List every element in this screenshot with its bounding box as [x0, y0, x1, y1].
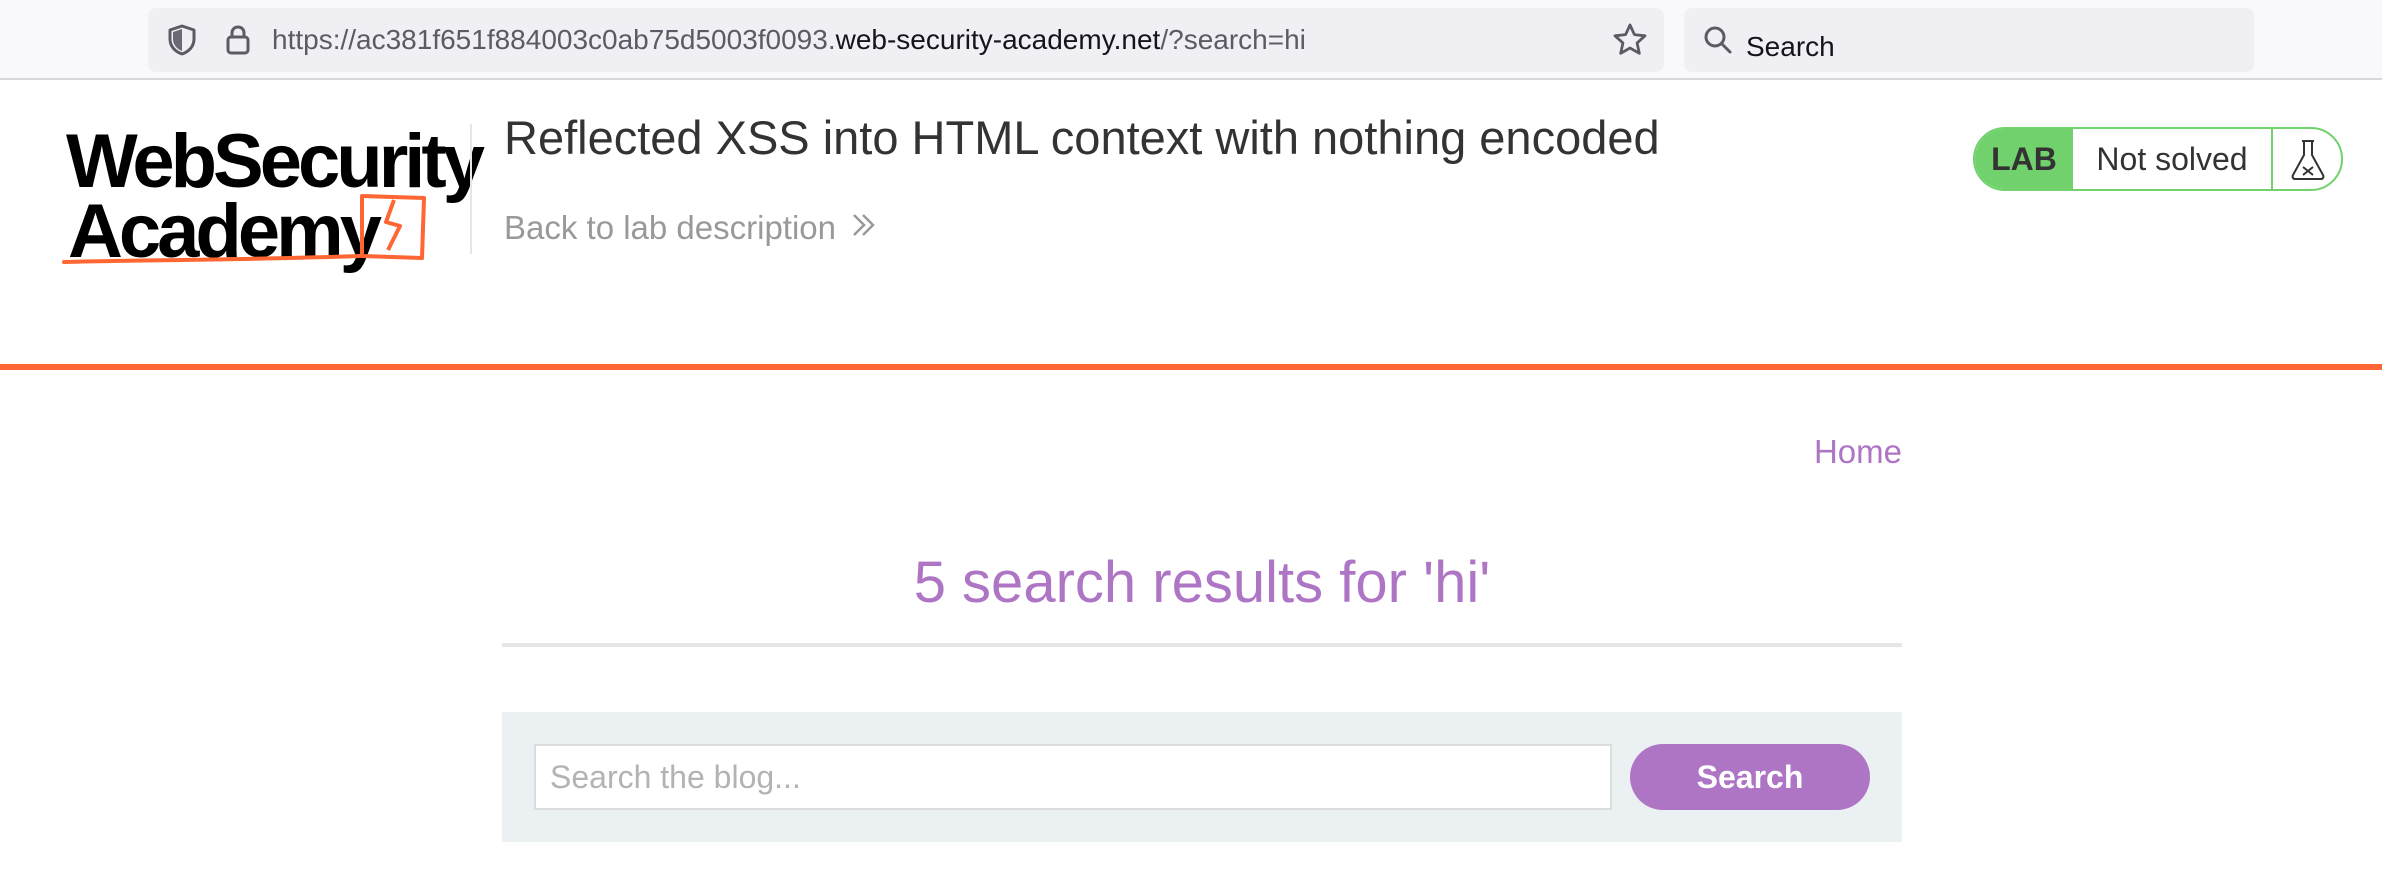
- lab-status-widget: LAB Not solved: [1973, 127, 2343, 191]
- flask-icon: [2271, 129, 2341, 189]
- browser-search-label: Search: [1746, 31, 1835, 62]
- search-icon: [1700, 22, 1736, 63]
- shield-icon[interactable]: [164, 22, 200, 63]
- blog-search-panel: Search: [502, 712, 1902, 842]
- browser-search-bar[interactable]: Search: [1684, 8, 2254, 72]
- web-security-academy-logo[interactable]: WebSecurity Academy: [62, 122, 485, 272]
- back-link-label: Back to lab description: [504, 209, 837, 246]
- header-divider: [470, 124, 472, 254]
- url-suffix: /?search=hi: [1160, 24, 1306, 55]
- blog-search-input[interactable]: [534, 744, 1612, 810]
- search-button[interactable]: Search: [1630, 744, 1870, 810]
- star-icon[interactable]: [1610, 20, 1650, 65]
- url-text[interactable]: https://ac381f651f884003c0ab75d5003f0093…: [272, 22, 1306, 58]
- lab-title: Reflected XSS into HTML context with not…: [504, 111, 1660, 164]
- url-prefix: https://ac381f651f884003c0ab75d5003f0093…: [272, 24, 836, 55]
- url-host: web-security-academy.net: [835, 24, 1161, 55]
- heading-divider: [502, 643, 1902, 647]
- home-link[interactable]: Home: [1812, 432, 1902, 472]
- lock-icon[interactable]: [220, 22, 256, 63]
- search-results-heading: 5 search results for 'hi': [913, 550, 1491, 615]
- lab-status-text: Not solved: [2096, 141, 2248, 177]
- double-chevron-right-icon: [850, 208, 878, 248]
- back-to-lab-description-link[interactable]: Back to lab description: [504, 208, 878, 248]
- logo-mark-icon: [62, 194, 426, 264]
- header-orange-rule: [0, 364, 2382, 370]
- lab-badge: LAB: [1975, 129, 2073, 189]
- address-bar[interactable]: https://ac381f651f884003c0ab75d5003f0093…: [148, 8, 1664, 72]
- browser-toolbar: https://ac381f651f884003c0ab75d5003f0093…: [0, 0, 2382, 80]
